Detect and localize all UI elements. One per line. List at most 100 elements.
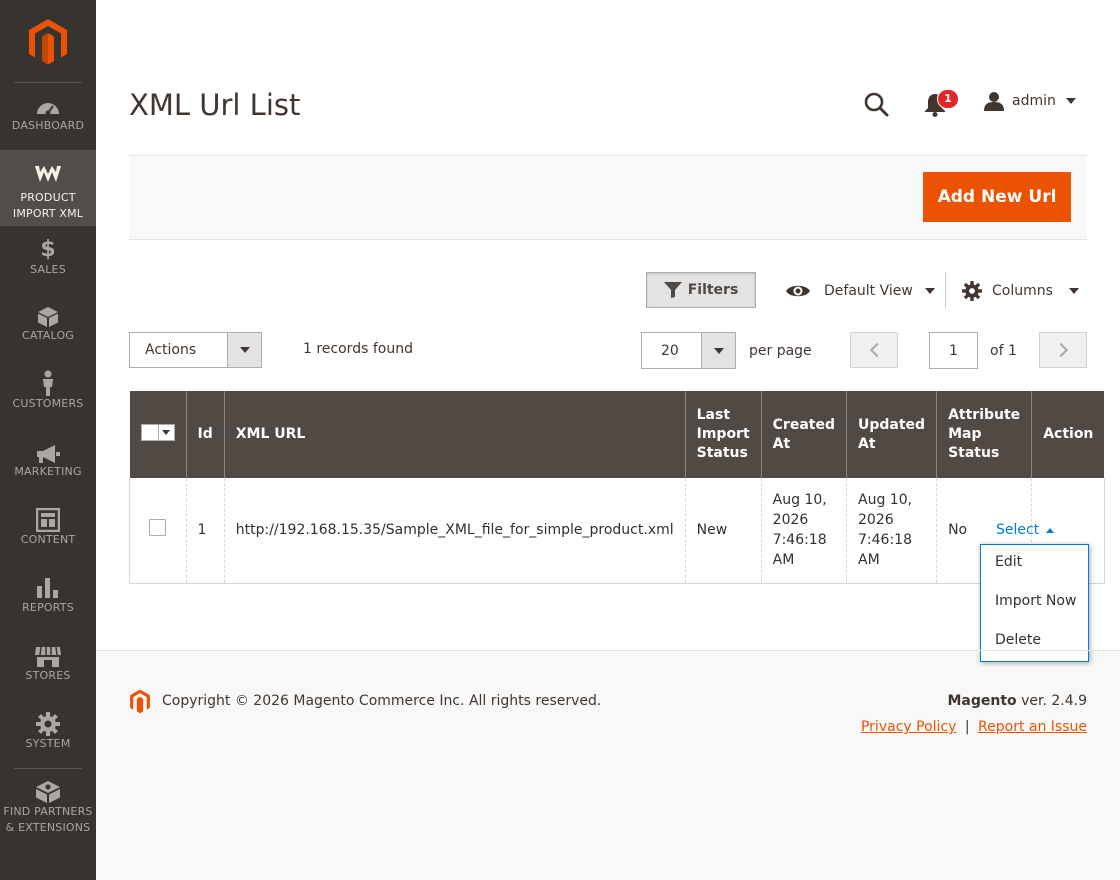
previous-page-button[interactable] xyxy=(850,332,898,368)
gear-icon xyxy=(962,281,982,301)
row-checkbox[interactable] xyxy=(149,518,166,536)
dollar-icon: $ xyxy=(40,237,56,262)
row-action-select-label: Select xyxy=(996,522,1040,538)
chevron-down-icon xyxy=(240,347,250,353)
current-page-input[interactable] xyxy=(929,332,978,369)
action-menu-delete[interactable]: Delete xyxy=(995,632,1041,648)
privacy-policy-link[interactable]: Privacy Policy xyxy=(861,719,956,735)
row-select-cell xyxy=(129,478,187,584)
xml-url-grid: Id XML URL Last Import Status Created At… xyxy=(129,391,1105,584)
sidebar-divider xyxy=(14,82,82,83)
sidebar-item-label: STORES xyxy=(25,669,71,682)
columns-dropdown[interactable]: Columns xyxy=(962,278,1079,304)
cell-last-import-status: New xyxy=(685,478,762,584)
mass-actions-label: Actions xyxy=(145,342,197,358)
layout-icon xyxy=(36,508,60,532)
toolbar-divider xyxy=(945,272,946,308)
sidebar-item-label: PRODUCT IMPORT XML xyxy=(12,191,84,220)
cube-icon xyxy=(38,307,58,327)
cell-updated-at: Aug 10, 2026 7:46:18 AM xyxy=(846,478,938,584)
sidebar-item-marketing[interactable]: MARKETING xyxy=(0,444,96,484)
mass-select-header xyxy=(129,391,187,478)
action-menu-import-now[interactable]: Import Now xyxy=(995,593,1076,609)
sidebar-item-dashboard[interactable]: DASHBOARD xyxy=(0,98,96,146)
sidebar-divider xyxy=(14,768,82,769)
sidebar-item-label: CONTENT xyxy=(20,533,76,546)
per-page-value: 20 xyxy=(661,343,679,359)
filters-button[interactable]: Filters xyxy=(646,272,756,308)
bar-chart-icon xyxy=(37,578,58,598)
cell-created-at: Aug 10, 2026 7:46:18 AM xyxy=(761,478,848,584)
filter-icon xyxy=(663,282,682,298)
extensions-icon xyxy=(36,781,60,803)
sidebar-item-reports[interactable]: REPORTS xyxy=(0,576,96,620)
sidebar-item-stores[interactable]: STORES xyxy=(0,646,96,688)
cell-id: 1 xyxy=(186,478,225,584)
sidebar-item-catalog[interactable]: CATALOG xyxy=(0,306,96,350)
sidebar-item-label: DASHBOARD xyxy=(11,119,85,132)
column-header-id[interactable]: Id xyxy=(186,391,225,478)
person-icon xyxy=(43,370,53,396)
sidebar-item-product-import-xml[interactable]: PRODUCT IMPORT XML xyxy=(0,150,96,226)
per-page-select[interactable]: 20 xyxy=(641,332,736,369)
report-issue-link[interactable]: Report an Issue xyxy=(978,719,1087,735)
column-header-created-at[interactable]: Created At xyxy=(761,391,848,478)
magento-logo-icon[interactable] xyxy=(27,18,69,66)
column-header-last-import-status[interactable]: Last Import Status xyxy=(685,391,762,478)
sidebar-item-sales[interactable]: $ SALES xyxy=(0,238,96,282)
column-header-updated-at[interactable]: Updated At xyxy=(846,391,938,478)
row-action-menu: Edit Import Now Delete xyxy=(980,544,1089,662)
filters-label: Filters xyxy=(687,282,739,298)
footer-divider xyxy=(96,650,1120,651)
columns-label: Columns xyxy=(992,283,1053,299)
dropdown-arrow xyxy=(701,333,735,368)
chevron-left-icon xyxy=(869,342,885,358)
eye-icon xyxy=(786,285,810,297)
grid-header-row: Id XML URL Last Import Status Created At… xyxy=(129,391,1105,478)
sidebar-item-label: CUSTOMERS xyxy=(12,397,84,410)
chevron-right-icon xyxy=(1053,342,1069,358)
notification-count-badge: 1 xyxy=(937,89,959,109)
row-action-select[interactable]: Select xyxy=(996,522,1055,538)
column-header-attribute-map-status[interactable]: Attribute Map Status xyxy=(936,391,1033,478)
mass-select-dropdown[interactable] xyxy=(140,423,175,441)
cell-xml-url: http://192.168.15.35/Sample_XML_file_for… xyxy=(224,478,686,584)
chevron-up-icon xyxy=(1046,527,1055,533)
mass-actions-dropdown[interactable]: Actions xyxy=(129,332,262,368)
gear-icon xyxy=(36,712,60,736)
add-new-url-button[interactable]: Add New Url xyxy=(923,172,1071,222)
table-row: 1 http://192.168.15.35/Sample_XML_file_f… xyxy=(129,478,1105,584)
action-menu-edit[interactable]: Edit xyxy=(995,554,1022,570)
default-view-dropdown[interactable]: Default View xyxy=(785,278,935,304)
sidebar-item-label: MARKETING xyxy=(14,465,82,478)
sidebar-item-customers[interactable]: CUSTOMERS xyxy=(0,370,96,416)
page-title: XML Url List xyxy=(129,88,301,122)
dashboard-icon xyxy=(37,103,59,116)
per-page-label: per page xyxy=(749,343,812,359)
brand-name: Magento xyxy=(947,693,1017,709)
user-account-menu[interactable]: admin xyxy=(984,88,1076,114)
version-number: ver. 2.4.9 xyxy=(1021,693,1087,709)
magento-logo-icon[interactable] xyxy=(129,689,151,714)
sidebar-item-label: SYSTEM xyxy=(25,737,71,750)
search-icon[interactable] xyxy=(862,90,890,118)
version-info: Magento ver. 2.4.9 xyxy=(947,693,1087,709)
sidebar-item-label: REPORTS xyxy=(22,601,74,614)
default-view-label: Default View xyxy=(824,283,913,299)
username-label: admin xyxy=(1012,93,1056,109)
sidebar-item-label: CATALOG xyxy=(21,329,75,342)
column-header-xml-url[interactable]: XML URL xyxy=(224,391,686,478)
copyright-text: Copyright © 2026 Magento Commerce Inc. A… xyxy=(162,693,602,709)
sidebar-item-label: FIND PARTNERS & EXTENSIONS xyxy=(3,805,93,834)
sidebar-item-content[interactable]: CONTENT xyxy=(0,508,96,552)
chevron-down-icon xyxy=(161,429,170,435)
chevron-down-icon xyxy=(714,348,724,354)
sidebar-item-find-partners[interactable]: FIND PARTNERS & EXTENSIONS xyxy=(0,780,96,842)
next-page-button[interactable] xyxy=(1039,332,1087,368)
storefront-icon xyxy=(35,646,61,667)
total-pages-label: of 1 xyxy=(990,343,1017,359)
dropdown-arrow xyxy=(227,333,261,367)
sidebar-item-system[interactable]: SYSTEM xyxy=(0,712,96,756)
records-found-count: 1 records found xyxy=(303,341,413,357)
megaphone-icon xyxy=(37,445,60,463)
